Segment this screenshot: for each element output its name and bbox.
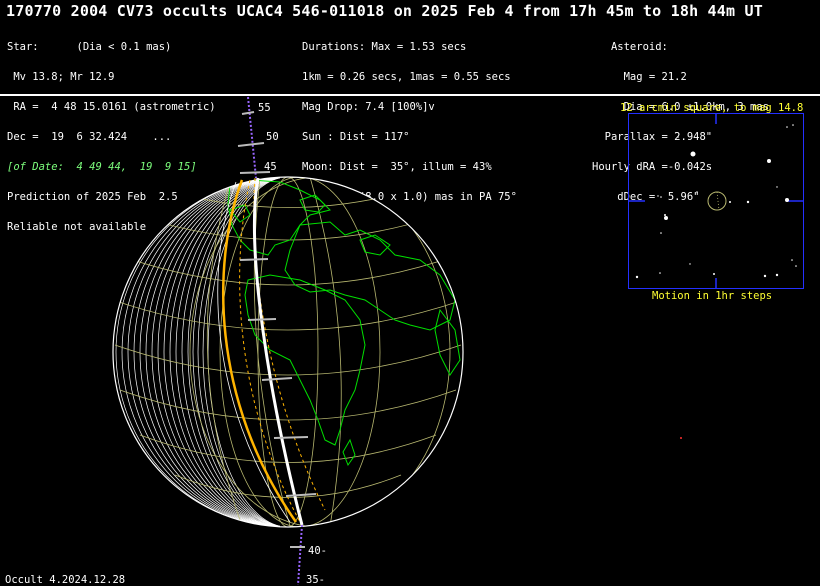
path-extension-south: [297, 524, 303, 585]
path-extension-north: [247, 96, 257, 179]
path-lat-label: 50: [266, 131, 279, 143]
field-stars: [635, 124, 797, 279]
star-chart-field: [629, 114, 803, 288]
path-lat-label: 40-: [308, 545, 327, 557]
path-lat-label: 45: [264, 161, 277, 173]
path-lat-label: 35-: [306, 574, 325, 585]
star-chart-caption: Motion in 1hr steps: [652, 290, 773, 302]
software-version: Occult 4.2024.12.28: [5, 574, 126, 586]
target-circle: [707, 191, 727, 211]
star-chart: [628, 113, 804, 289]
path-lat-label: 55: [258, 102, 271, 114]
red-marker: [680, 437, 682, 439]
